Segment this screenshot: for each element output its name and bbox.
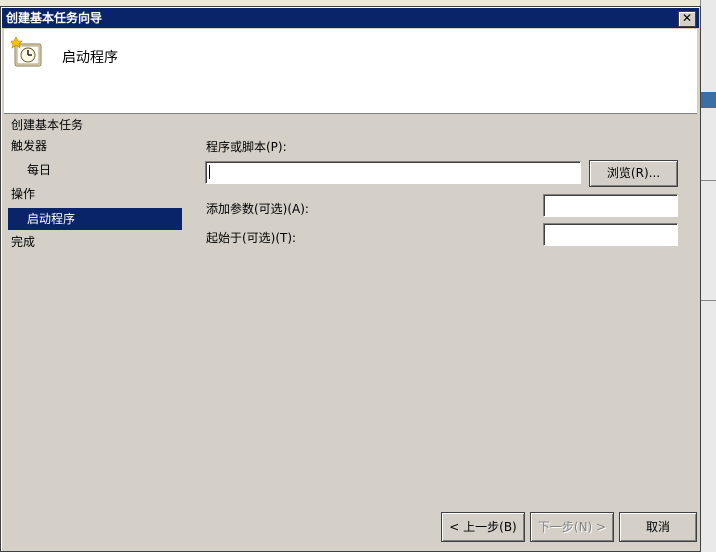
header-panel: 启动程序 <box>4 29 697 114</box>
program-label: 程序或脚本(P): <box>206 140 287 154</box>
sidebar-item-trigger[interactable]: 触发器 <box>8 135 182 157</box>
arguments-label: 添加参数(可选)(A): <box>206 202 309 216</box>
clock-icon <box>11 36 42 67</box>
sidebar-item-finish[interactable]: 完成 <box>8 231 182 253</box>
sidebar-item-start-program[interactable]: 启动程序 <box>8 208 182 230</box>
arguments-input[interactable] <box>543 194 678 217</box>
sidebar-item-action[interactable]: 操作 <box>8 183 182 205</box>
sidebar-item-label: 完成 <box>11 235 36 249</box>
sidebar-item-label: 启动程序 <box>27 212 76 226</box>
start-in-label: 起始于(可选)(T): <box>206 231 297 245</box>
background-window-edge <box>700 0 716 552</box>
title-bar[interactable]: 创建基本任务向导 ✕ <box>2 8 699 28</box>
window-title: 创建基本任务向导 <box>6 11 103 25</box>
sidebar-item-label: 触发器 <box>11 139 48 153</box>
close-button[interactable]: ✕ <box>678 11 696 27</box>
start-in-input[interactable] <box>543 223 678 246</box>
cancel-button[interactable]: 取消 <box>619 512 697 542</box>
browse-button[interactable]: 浏览(R)... <box>589 160 678 187</box>
program-input[interactable] <box>205 161 581 184</box>
header-title: 启动程序 <box>62 50 118 66</box>
sidebar-heading: 创建基本任务 <box>11 118 84 132</box>
sidebar-item-label: 每日 <box>27 163 52 177</box>
wizard-dialog: 创建基本任务向导 ✕ 启动程序 创建基本任务 触发器 每日 操作 启动程序 完成… <box>0 6 701 552</box>
next-button[interactable]: 下一步(N) > <box>530 512 614 542</box>
text-caret <box>209 165 210 179</box>
sidebar-item-label: 操作 <box>11 187 36 201</box>
sidebar-item-daily[interactable]: 每日 <box>8 159 182 181</box>
back-button[interactable]: < 上一步(B) <box>441 512 525 542</box>
